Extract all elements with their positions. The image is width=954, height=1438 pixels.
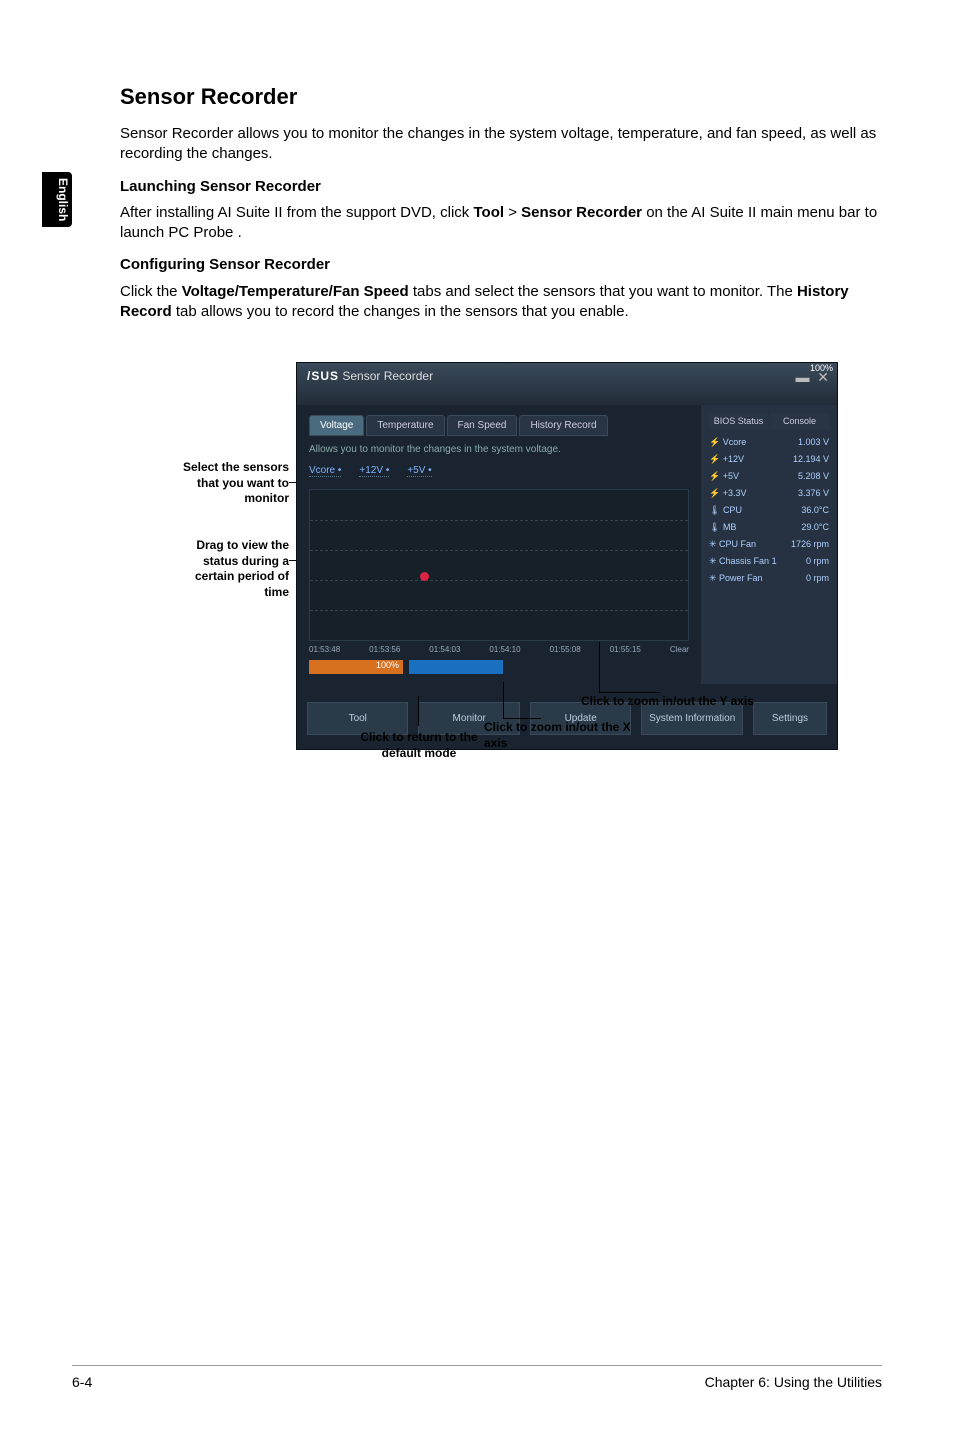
- callout-zoom-x: Click to zoom in/out the X axis: [484, 720, 654, 751]
- chapter-label: Chapter 6: Using the Utilities: [705, 1374, 882, 1390]
- clear-link[interactable]: Clear: [670, 645, 689, 654]
- sensor-checkboxes[interactable]: Vcore • +12V • +5V •: [309, 465, 689, 477]
- config-heading: Configuring Sensor Recorder: [120, 255, 882, 275]
- zoom-y-slider[interactable]: 100%: [409, 660, 503, 674]
- side-tab-console[interactable]: Console: [770, 413, 829, 429]
- page-footer: 6-4 Chapter 6: Using the Utilities: [72, 1365, 882, 1390]
- launch-heading: Launching Sensor Recorder: [120, 177, 882, 197]
- leader-line: [503, 682, 504, 718]
- reading-row: ✳ Power Fan0 rpm: [709, 573, 829, 584]
- side-panel: BIOS Status Console ⚡ Vcore1.003 V ⚡ +12…: [701, 405, 837, 684]
- side-tab-bios[interactable]: BIOS Status: [709, 413, 768, 429]
- tab-voltage[interactable]: Voltage: [309, 415, 364, 436]
- reading-row: ✳ CPU Fan1726 rpm: [709, 539, 829, 550]
- leader-line: [503, 718, 541, 719]
- chart-marker[interactable]: [420, 572, 429, 581]
- reading-row: ⚡ +3.3V3.376 V: [709, 488, 829, 499]
- brand-logo: /SUS: [307, 369, 339, 383]
- callout-zoom-y: Click to zoom in/out the Y axis: [581, 694, 771, 710]
- reading-row: ✳ Chassis Fan 10 rpm: [709, 556, 829, 567]
- callout-select: Select the sensors that you want to moni…: [171, 460, 289, 507]
- reading-row: ⚡ Vcore1.003 V: [709, 437, 829, 448]
- page-number: 6-4: [72, 1374, 92, 1390]
- config-text: Click the Voltage/Temperature/Fan Speed …: [120, 282, 882, 323]
- callout-drag: Drag to view the status during a certain…: [171, 538, 289, 600]
- tab-history[interactable]: History Record: [519, 415, 607, 436]
- window-title: Sensor Recorder: [342, 369, 433, 383]
- page-title: Sensor Recorder: [120, 84, 882, 110]
- launch-text: After installing AI Suite II from the su…: [120, 203, 882, 244]
- reading-row: ⚡ +5V5.208 V: [709, 471, 829, 482]
- main-tabs: Voltage Temperature Fan Speed History Re…: [309, 415, 689, 436]
- callout-return: Click to return to the default mode: [349, 730, 489, 761]
- leader-line: [599, 642, 600, 692]
- tab-temperature[interactable]: Temperature: [366, 415, 444, 436]
- line-chart[interactable]: [309, 489, 689, 641]
- reading-row: ⚡ +12V12.194 V: [709, 454, 829, 465]
- reading-row: 🌡 CPU36.0°C: [709, 505, 829, 516]
- intro-text: Sensor Recorder allows you to monitor th…: [120, 124, 882, 165]
- reading-row: 🌡 MB29.0°C: [709, 522, 829, 533]
- zoom-x-slider[interactable]: 100%: [309, 660, 403, 674]
- sensor-5v[interactable]: +5V •: [407, 465, 431, 477]
- sensor-12v[interactable]: +12V •: [359, 465, 389, 477]
- page-content: Sensor Recorder Sensor Recorder allows y…: [0, 0, 954, 750]
- figure: Select the sensors that you want to moni…: [181, 362, 881, 750]
- app-window: /SUS Sensor Recorder ▬ ✕ Voltage Tempera…: [296, 362, 838, 750]
- leader-line: [599, 692, 659, 693]
- app-titlebar: /SUS Sensor Recorder ▬ ✕: [297, 363, 837, 405]
- sensor-vcore[interactable]: Vcore •: [309, 465, 341, 477]
- tab-fanspeed[interactable]: Fan Speed: [447, 415, 518, 436]
- hint-text: Allows you to monitor the changes in the…: [309, 444, 689, 455]
- x-axis-labels: 01:53:4801:53:5601:54:0301:54:1001:55:08…: [309, 645, 689, 654]
- leader-line: [418, 696, 419, 726]
- language-tab: English: [42, 172, 72, 227]
